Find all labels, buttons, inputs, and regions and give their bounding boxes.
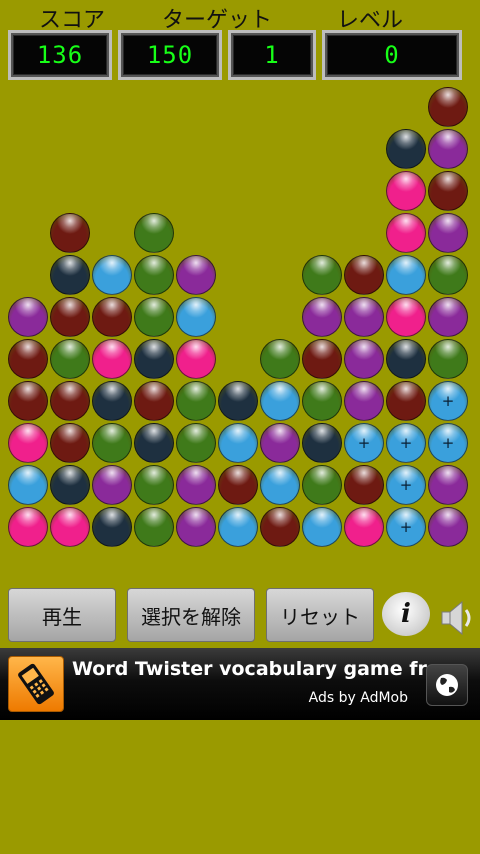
ball-dark-red[interactable] — [218, 465, 258, 505]
ball-purple[interactable] — [428, 297, 468, 337]
ball-navy[interactable] — [134, 339, 174, 379]
ball-light-blue[interactable] — [218, 423, 258, 463]
ball-navy[interactable] — [92, 507, 132, 547]
deselect-button[interactable]: 選択を解除 — [127, 588, 255, 642]
ball-green[interactable] — [134, 213, 174, 253]
ball-navy[interactable] — [386, 129, 426, 169]
ball-purple[interactable] — [176, 465, 216, 505]
ball-dark-red[interactable] — [50, 297, 90, 337]
ball-purple[interactable] — [8, 297, 48, 337]
play-button[interactable]: 再生 — [8, 588, 116, 642]
ball-dark-red[interactable] — [134, 381, 174, 421]
ball-light-blue-selected[interactable]: + — [344, 423, 384, 463]
ball-purple[interactable] — [428, 507, 468, 547]
ball-dark-red[interactable] — [50, 423, 90, 463]
ball-pink[interactable] — [176, 339, 216, 379]
ball-navy[interactable] — [50, 465, 90, 505]
ball-purple[interactable] — [428, 129, 468, 169]
ball-dark-red[interactable] — [50, 213, 90, 253]
ball-dark-red[interactable] — [428, 171, 468, 211]
ball-dark-red[interactable] — [8, 339, 48, 379]
ball-light-blue[interactable] — [302, 507, 342, 547]
ball-pink[interactable] — [386, 297, 426, 337]
ball-purple[interactable] — [428, 213, 468, 253]
ball-green[interactable] — [428, 339, 468, 379]
globe-icon[interactable] — [426, 664, 468, 706]
ball-green[interactable] — [302, 465, 342, 505]
ball-purple[interactable] — [92, 465, 132, 505]
ball-pink[interactable] — [8, 507, 48, 547]
ad-subtitle: Ads by AdMob — [308, 690, 408, 706]
phone-icon — [8, 656, 64, 712]
ball-navy[interactable] — [218, 381, 258, 421]
ball-dark-red[interactable] — [344, 255, 384, 295]
ball-green[interactable] — [134, 465, 174, 505]
ad-banner[interactable]: Word Twister vocabulary game free Ads by… — [0, 648, 480, 720]
ball-pink[interactable] — [8, 423, 48, 463]
ball-dark-red[interactable] — [50, 381, 90, 421]
ball-light-blue-selected[interactable]: + — [428, 423, 468, 463]
ball-light-blue[interactable] — [386, 255, 426, 295]
ad-title: Word Twister vocabulary game free — [72, 658, 453, 680]
ball-light-blue[interactable] — [176, 297, 216, 337]
ball-green[interactable] — [302, 255, 342, 295]
info-icon[interactable]: i — [382, 592, 430, 636]
ball-purple[interactable] — [344, 339, 384, 379]
ball-dark-red[interactable] — [260, 507, 300, 547]
ball-navy[interactable] — [50, 255, 90, 295]
ball-green[interactable] — [50, 339, 90, 379]
ball-light-blue-selected[interactable]: + — [386, 507, 426, 547]
ball-navy[interactable] — [302, 423, 342, 463]
ball-light-blue-selected[interactable]: + — [386, 465, 426, 505]
ball-green[interactable] — [176, 423, 216, 463]
ball-light-blue-selected[interactable]: + — [386, 423, 426, 463]
ball-purple[interactable] — [428, 465, 468, 505]
ball-dark-red[interactable] — [302, 339, 342, 379]
reset-button[interactable]: リセット — [266, 588, 374, 642]
ball-light-blue[interactable] — [260, 465, 300, 505]
game-board[interactable]: + + + + + + — [0, 0, 480, 560]
ball-light-blue-selected[interactable]: + — [428, 381, 468, 421]
ball-purple[interactable] — [176, 255, 216, 295]
ball-dark-red[interactable] — [8, 381, 48, 421]
ball-purple[interactable] — [176, 507, 216, 547]
speaker-icon[interactable] — [440, 598, 476, 638]
ball-green[interactable] — [134, 255, 174, 295]
ball-purple[interactable] — [302, 297, 342, 337]
ball-green[interactable] — [134, 507, 174, 547]
ball-green[interactable] — [260, 339, 300, 379]
ball-green[interactable] — [302, 381, 342, 421]
ball-pink[interactable] — [50, 507, 90, 547]
ball-dark-red[interactable] — [428, 87, 468, 127]
ball-pink[interactable] — [386, 171, 426, 211]
ball-green[interactable] — [428, 255, 468, 295]
ball-dark-red[interactable] — [386, 381, 426, 421]
ball-pink[interactable] — [344, 507, 384, 547]
ball-dark-red[interactable] — [344, 465, 384, 505]
ball-pink[interactable] — [386, 213, 426, 253]
ball-pink[interactable] — [92, 339, 132, 379]
ball-green[interactable] — [176, 381, 216, 421]
ball-purple[interactable] — [344, 297, 384, 337]
info-glyph: i — [401, 599, 411, 629]
ball-navy[interactable] — [92, 381, 132, 421]
ball-light-blue[interactable] — [218, 507, 258, 547]
ball-green[interactable] — [92, 423, 132, 463]
ball-light-blue[interactable] — [8, 465, 48, 505]
ball-light-blue[interactable] — [260, 381, 300, 421]
ball-navy[interactable] — [386, 339, 426, 379]
ball-purple[interactable] — [344, 381, 384, 421]
ball-light-blue[interactable] — [92, 255, 132, 295]
ball-dark-red[interactable] — [92, 297, 132, 337]
ball-purple[interactable] — [260, 423, 300, 463]
ball-navy[interactable] — [134, 423, 174, 463]
ball-green[interactable] — [134, 297, 174, 337]
